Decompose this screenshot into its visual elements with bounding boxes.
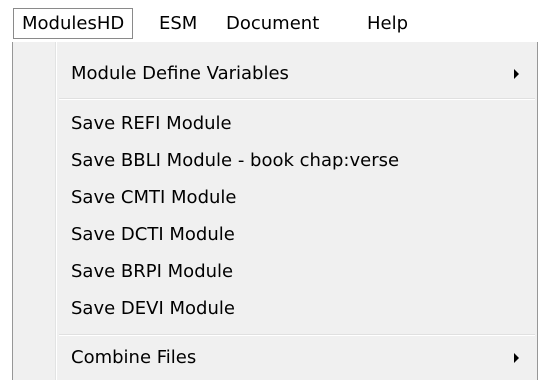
menu-item-save-dcti-module[interactable]: Save DCTI Module (13, 217, 537, 253)
chevron-right-icon (514, 353, 519, 363)
menu-item-combine-files[interactable]: Combine Files (13, 340, 537, 376)
menu-item-label: Save CMTI Module (71, 187, 237, 208)
menu-item-save-refi-module[interactable]: Save REFI Module (13, 106, 537, 142)
menu-separator (59, 98, 535, 100)
menu-item-label: Combine Files (71, 347, 197, 368)
menu-separator (59, 334, 535, 336)
menu-item-label: Module Define Variables (71, 63, 289, 84)
menu-esm[interactable]: ESM (151, 9, 205, 38)
menu-item-module-define-variables[interactable]: Module Define Variables (13, 56, 537, 92)
menu-item-save-bbli-module[interactable]: Save BBLI Module - book chap:verse (13, 143, 537, 179)
menu-help[interactable]: Help (359, 9, 416, 38)
menu-item-label: Save DCTI Module (71, 224, 235, 245)
menu-item-save-cmti-module[interactable]: Save CMTI Module (13, 180, 537, 216)
menu-document[interactable]: Document (218, 9, 327, 38)
menu-item-save-brpi-module[interactable]: Save BRPI Module (13, 254, 537, 290)
menu-moduleshd[interactable]: ModulesHD (13, 8, 134, 39)
menu-bar: ModulesHD ESM Document Help (0, 0, 546, 42)
chevron-right-icon (514, 69, 519, 79)
menu-item-label: Save DEVI Module (71, 298, 235, 319)
menu-item-label: Save BBLI Module - book chap:verse (71, 150, 400, 171)
menu-item-save-devi-module[interactable]: Save DEVI Module (13, 291, 537, 327)
menu-item-label: Save REFI Module (71, 113, 232, 134)
moduleshd-dropdown-menu: Module Define Variables Save REFI Module… (12, 42, 538, 380)
menu-item-label: Save BRPI Module (71, 261, 234, 282)
